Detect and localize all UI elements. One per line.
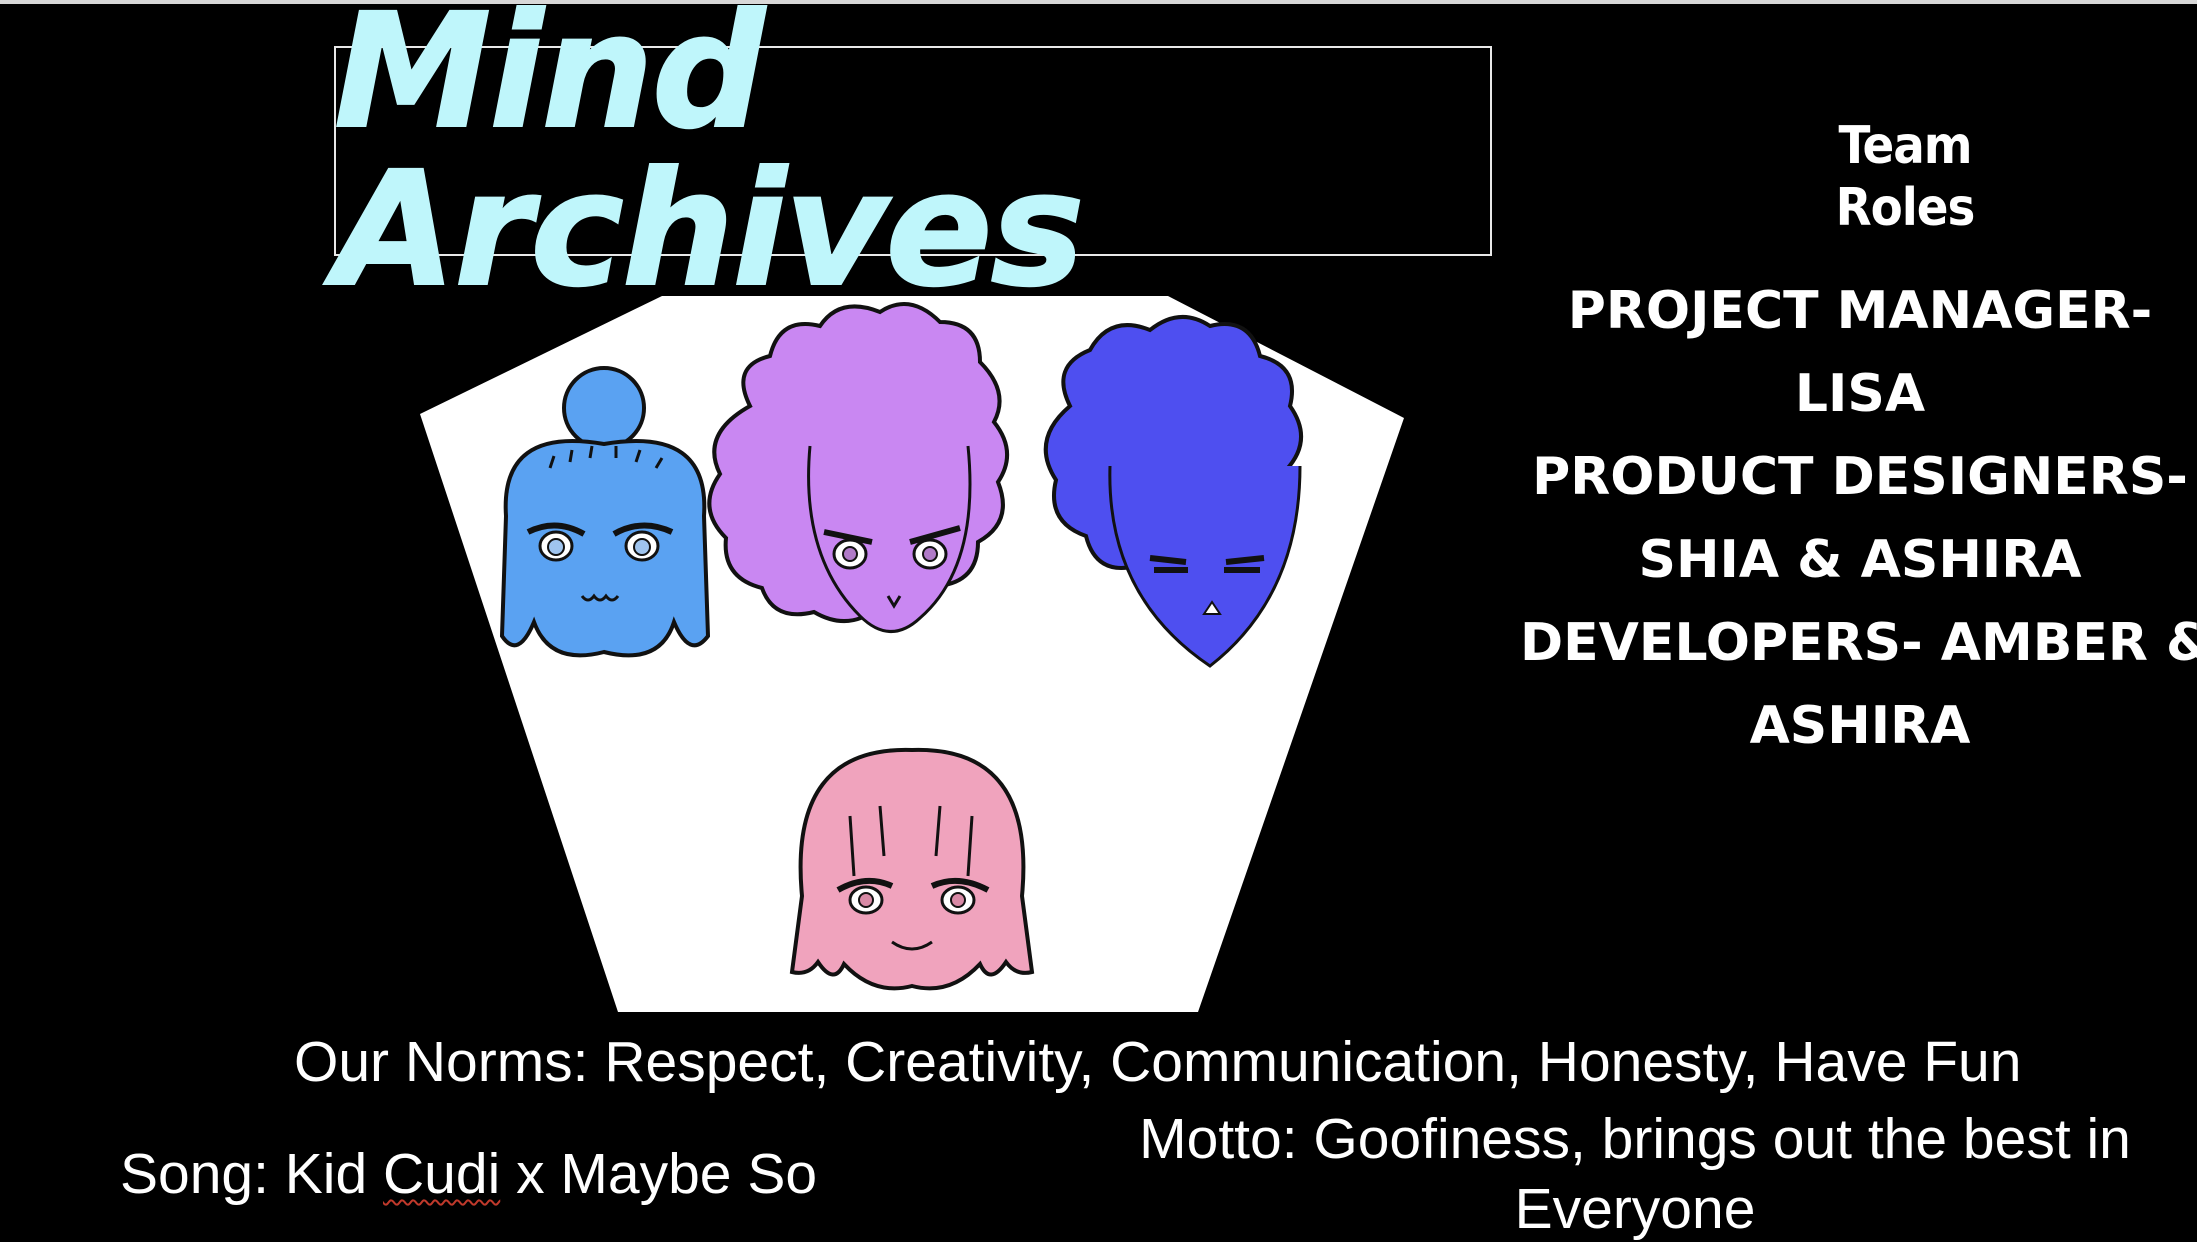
- motto-text: Motto: Goofiness, brings out the best in…: [1100, 1104, 2170, 1242]
- song-prefix: Song: Kid: [120, 1142, 384, 1206]
- role-line: Shia & Ashira: [1638, 530, 2082, 590]
- role-line: Lisa: [1794, 364, 1926, 424]
- role-line: Product Designers-: [1532, 447, 2188, 507]
- norms-text: Our Norms: Respect, Creativity, Communic…: [294, 1030, 2022, 1094]
- motto-line-1: Motto: Goofiness, brings out the best in: [1139, 1107, 2131, 1171]
- slide: Mind Archives Team Roles PROJECT MANAGER…: [0, 0, 2197, 1242]
- song-text: Song: Kid Cudi x Maybe So: [120, 1140, 817, 1208]
- motto-line-2: Everyone: [1514, 1177, 1756, 1241]
- slide-title: Mind Archives: [333, 0, 1086, 322]
- team-roles-list: Project Manager- Lisa Product Designers-…: [1520, 270, 2197, 768]
- role-line: Developers- Amber &: [1520, 613, 2197, 673]
- team-roles-heading: Team Roles: [1835, 116, 1976, 239]
- role-line: Project Manager-: [1567, 281, 2153, 341]
- song-suffix: x Maybe So: [500, 1142, 818, 1206]
- spellcheck-word: Cudi: [383, 1142, 501, 1206]
- role-line: Ashira: [1749, 696, 1971, 756]
- pink-face-icon: [789, 747, 1035, 991]
- team-illustration: [420, 296, 1404, 1012]
